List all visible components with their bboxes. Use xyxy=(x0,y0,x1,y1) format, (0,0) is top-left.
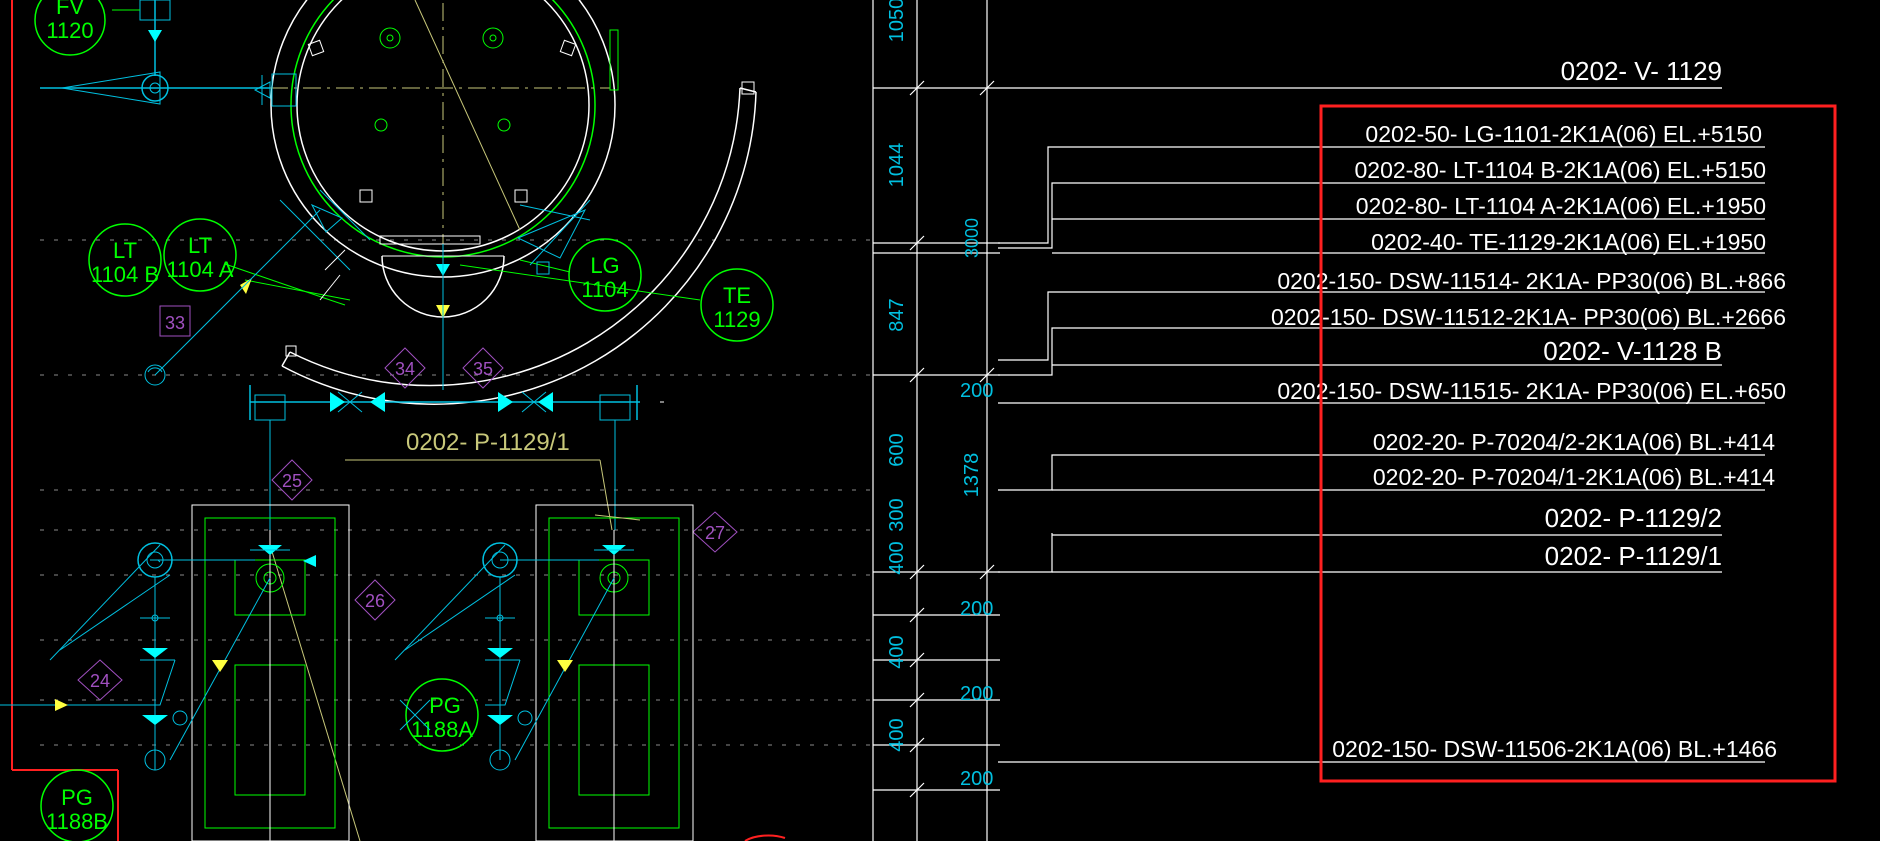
pump-a[interactable] xyxy=(0,504,350,841)
dimension-value: 400 xyxy=(886,718,908,751)
vessel-tag-label: 0202- V-1128 B xyxy=(1543,336,1722,366)
instrument-leaders xyxy=(144,189,701,386)
instrument-tag-letters: LT xyxy=(188,233,212,258)
dimension-value: 400 xyxy=(886,635,908,668)
marker-number: 25 xyxy=(282,471,302,491)
instrument-tag-number: 1188B xyxy=(46,809,108,834)
line-spec-label: 0202-20- P-70204/1-2K1A(06) BL.+414 xyxy=(1373,464,1775,490)
dimension-value: 200 xyxy=(960,598,993,620)
dimension-value: 200 xyxy=(960,380,993,402)
dimension-value: 1050 xyxy=(886,0,908,42)
nozzle-line-labels: 0202- V- 1129 0202-50- LG-1101-2K1A(06) … xyxy=(1271,56,1786,762)
dimension-value: 300 xyxy=(886,498,908,531)
marker-35[interactable]: 35 xyxy=(462,347,504,389)
vessel-tag-label: 0202- V- 1129 xyxy=(1561,56,1722,86)
marker-33[interactable]: 33 xyxy=(159,305,191,337)
instrument-lt1104b[interactable]: LT 1104 B xyxy=(88,223,162,297)
line-spec-label: 0202-150- DSW-11506-2K1A(06) BL.+1466 xyxy=(1332,736,1777,762)
instrument-tag-letters: FV xyxy=(56,0,84,19)
dimension-value: 847 xyxy=(886,298,908,331)
line-spec-label: 0202-150- DSW-11514- 2K1A- PP30(06) BL.+… xyxy=(1277,268,1786,294)
dimension-value: 3000 xyxy=(962,218,982,258)
pump-tag-label: 0202- P-1129/2 xyxy=(1545,503,1722,533)
dimension-value: 1044 xyxy=(886,143,908,188)
instrument-tag-number: 1104 A xyxy=(167,257,234,282)
instrument-lg1104[interactable]: LG 1104 xyxy=(568,238,642,312)
line-spec-label: 0202-20- P-70204/2-2K1A(06) BL.+414 xyxy=(1373,429,1775,455)
instrument-tag-number: 1129 xyxy=(713,307,760,332)
instrument-fv1120[interactable]: FV 1120 xyxy=(34,0,106,56)
cad-drawing-canvas[interactable]: FV 1120 LT 1104 B LT 1104 A LG 1104 TE 1… xyxy=(0,0,1880,841)
marker-24[interactable]: 24 xyxy=(77,659,123,701)
line-spec-label: 0202-80- LT-1104 B-2K1A(06) EL.+5150 xyxy=(1354,157,1766,183)
drawing-border xyxy=(11,0,119,841)
marker-number: 34 xyxy=(395,359,415,379)
marker-34[interactable]: 34 xyxy=(384,347,426,389)
line-spec-label: 0202-150- DSW-11515- 2K1A- PP30(06) EL.+… xyxy=(1277,378,1786,404)
instrument-lt1104a[interactable]: LT 1104 A xyxy=(163,218,237,292)
marker-26[interactable]: 26 xyxy=(354,579,396,621)
pump-b[interactable] xyxy=(394,504,694,841)
marker-27[interactable]: 27 xyxy=(692,511,738,553)
nozzle-leaders xyxy=(998,87,1765,763)
dimension-value: 200 xyxy=(960,683,993,705)
marker-25[interactable]: 25 xyxy=(271,459,313,501)
instrument-tag-letters: LG xyxy=(590,253,619,278)
instrument-tag-letters: PG xyxy=(61,785,93,810)
instrument-tag-letters: LT xyxy=(113,238,137,263)
instrument-pg1188a[interactable]: PG 1188A xyxy=(405,678,479,752)
pump-tag-label: 0202- P-1129/1 xyxy=(1545,541,1722,571)
dimension-value: 600 xyxy=(886,433,908,466)
pump-tag: 0202- P-1129/1 xyxy=(406,429,570,456)
instrument-te1129[interactable]: TE 1129 xyxy=(700,268,774,342)
dimension-value: 400 xyxy=(886,541,908,574)
vessel-0202-v-1129[interactable] xyxy=(253,0,757,405)
line-spec-label: 0202-50- LG-1101-2K1A(06) EL.+5150 xyxy=(1365,121,1762,147)
instrument-tag-letters: PG xyxy=(429,693,461,718)
dimension-labels: 1050 1044 3000 847 200 600 1378 300 400 … xyxy=(886,0,993,790)
marker-number: 26 xyxy=(365,591,385,611)
cut-mark xyxy=(744,834,786,841)
instrument-tag-number: 1120 xyxy=(46,18,93,43)
instrument-tag-number: 1104 B xyxy=(91,262,159,287)
marker-number: 33 xyxy=(165,313,185,333)
suction-header[interactable] xyxy=(249,385,664,530)
line-spec-label: 0202-80- LT-1104 A-2K1A(06) EL.+1950 xyxy=(1356,193,1766,219)
marker-number: 35 xyxy=(473,359,493,379)
pump-label: 0202- P-1129/1 xyxy=(269,429,613,841)
instrument-tag-number: 1104 xyxy=(581,277,628,302)
marker-number: 27 xyxy=(705,523,725,543)
dimension-value: 1378 xyxy=(961,453,983,498)
line-spec-label: 0202-150- DSW-11512-2K1A- PP30(06) BL.+2… xyxy=(1271,304,1786,330)
marker-number: 24 xyxy=(90,671,110,691)
instrument-tag-letters: TE xyxy=(723,283,751,308)
line-spec-label: 0202-40- TE-1129-2K1A(06) EL.+1950 xyxy=(1371,229,1766,255)
instrument-pg1188b[interactable]: PG 1188B xyxy=(40,769,114,841)
dimension-value: 200 xyxy=(960,768,993,790)
